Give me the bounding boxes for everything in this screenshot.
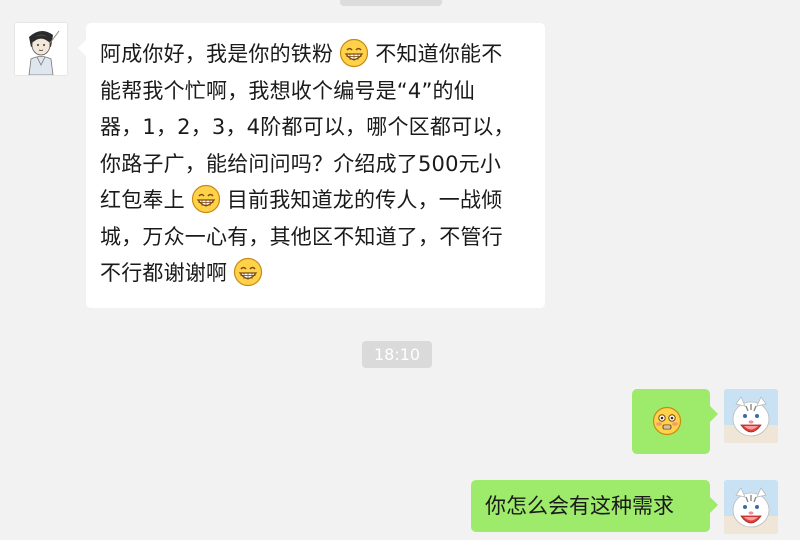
message-text: 阿成你好，我是你的铁粉 — [100, 42, 334, 66]
message-line: 能帮我个忙啊，我想收个编号是“4”的仙 — [100, 73, 531, 110]
message-text: 不知道你能不 — [375, 42, 503, 66]
sketch-person-icon — [15, 23, 67, 75]
my-avatar[interactable] — [724, 389, 778, 443]
timestamp-badge: 18:10 — [362, 341, 432, 368]
message-line: 器，1，2，3，4阶都可以，哪个区都可以， — [100, 109, 531, 146]
grin-emoji-icon — [340, 38, 369, 68]
grin-emoji-icon — [191, 184, 220, 214]
incoming-message-bubble[interactable]: 阿成你好，我是你的铁粉 不知道你能不 能帮我个忙啊，我想收个编号是“4”的仙 器，… — [78, 23, 545, 308]
message-line: 不行都谢谢啊 — [100, 255, 531, 292]
white-tiger-avatar-icon — [724, 480, 778, 534]
message-text: 能帮我个忙啊，我想收个编号是“4”的仙 — [100, 78, 475, 103]
outgoing-text-bubble[interactable]: 你怎么会有这种需求 — [471, 480, 718, 532]
message-text: 你怎么会有这种需求 — [485, 494, 674, 518]
previous-message-edge — [340, 0, 442, 6]
message-text: 城，万众一心有，其他区不知道了，不管行 — [100, 224, 503, 249]
message-line: 红包奉上 目前我知道龙的传人，一战倾 — [100, 182, 531, 219]
outgoing-emoji-bubble[interactable] — [632, 389, 718, 454]
message-text: 器，1，2，3，4阶都可以，哪个区都可以， — [100, 115, 515, 139]
message-text: 你路子广，能给问问吗？介绍成了500元小 — [100, 151, 502, 176]
message-text: 不行都谢谢啊 — [100, 261, 228, 285]
message-text: 目前我知道龙的传人，一战倾 — [226, 188, 503, 212]
flushed-emoji-icon — [652, 406, 682, 436]
contact-avatar[interactable] — [14, 22, 68, 76]
white-tiger-avatar-icon — [724, 389, 778, 443]
message-line: 阿成你好，我是你的铁粉 不知道你能不 — [100, 36, 531, 73]
grin-emoji-icon — [234, 257, 263, 287]
message-text: 红包奉上 — [100, 188, 185, 212]
my-avatar[interactable] — [724, 480, 778, 534]
message-line: 城，万众一心有，其他区不知道了，不管行 — [100, 219, 531, 256]
message-line: 你路子广，能给问问吗？介绍成了500元小 — [100, 146, 531, 183]
